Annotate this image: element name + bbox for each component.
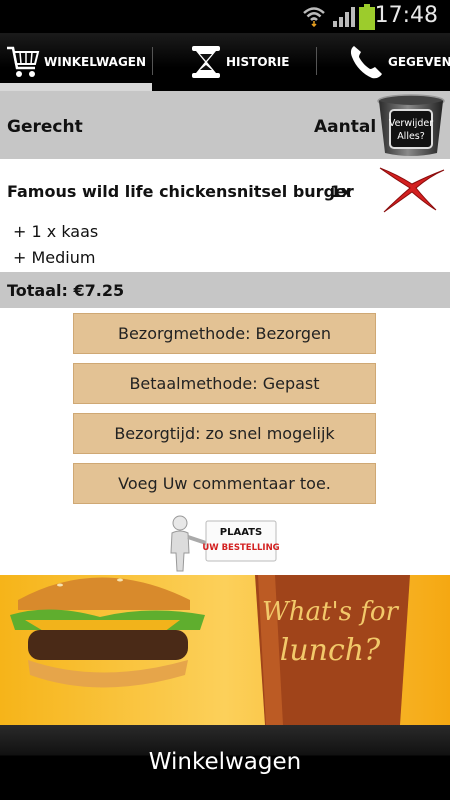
- svg-text:Alles?: Alles?: [397, 131, 425, 142]
- svg-text:Verwijder: Verwijder: [389, 118, 433, 129]
- bottom-bar: Winkelwagen: [0, 725, 450, 800]
- order-line-1: PLAATS: [220, 527, 262, 538]
- clock: 17:48: [374, 3, 438, 28]
- banner-text-1: What's for: [262, 597, 399, 627]
- item-option: + 1 x kaas: [13, 222, 99, 241]
- burger-banner-image: What's for lunch?: [0, 575, 450, 725]
- column-quantity: Aantal: [314, 117, 377, 137]
- cart-icon: [7, 46, 40, 77]
- tab-historie[interactable]: HISTORIE: [190, 33, 289, 91]
- payment-method-button[interactable]: Betaalmethode: Gepast: [73, 363, 376, 404]
- screen-title: Winkelwagen: [148, 749, 302, 775]
- delivery-method-button[interactable]: Bezorgmethode: Bezorgen: [73, 313, 376, 354]
- wifi-icon: [303, 7, 325, 27]
- phone-icon: [350, 46, 382, 79]
- person-sign-icon: PLAATS UW BESTELLING: [170, 515, 280, 572]
- active-tab-indicator: [0, 83, 152, 91]
- delete-all-button[interactable]: Verwijder Alles?: [376, 93, 446, 157]
- total-row: Totaal: €7.25: [0, 272, 450, 308]
- tab-gegevens[interactable]: GEGEVENS: [348, 33, 450, 91]
- item-option: + Medium: [13, 248, 96, 267]
- place-order-button[interactable]: PLAATS UW BESTELLING: [162, 513, 280, 573]
- signal-icon: [333, 7, 355, 27]
- item-name: Famous wild life chickensnitsel burger: [7, 182, 354, 201]
- item-quantity: 1x: [330, 182, 352, 201]
- add-comment-button[interactable]: Voeg Uw commentaar toe.: [73, 463, 376, 504]
- hourglass-icon: [192, 46, 220, 78]
- order-line-2: UW BESTELLING: [202, 543, 279, 553]
- column-dish: Gerecht: [7, 117, 83, 137]
- total-amount: Totaal: €7.25: [7, 281, 125, 300]
- delivery-time-button[interactable]: Bezorgtijd: zo snel mogelijk: [73, 413, 376, 454]
- tab-label: WINKELWAGEN: [44, 55, 147, 69]
- remove-item-button[interactable]: [374, 164, 448, 216]
- promo-banner: What's for lunch?: [0, 575, 450, 725]
- close-icon: [379, 167, 445, 213]
- tab-label: HISTORIE: [226, 55, 290, 69]
- trash-bin-icon: Verwijder Alles?: [377, 94, 445, 156]
- tab-label: GEGEVENS: [388, 55, 450, 69]
- battery-icon: [359, 4, 375, 30]
- tab-divider: [316, 47, 317, 75]
- banner-text-2: lunch?: [280, 633, 381, 668]
- tab-divider: [152, 47, 153, 75]
- status-bar: 17:48: [0, 0, 450, 33]
